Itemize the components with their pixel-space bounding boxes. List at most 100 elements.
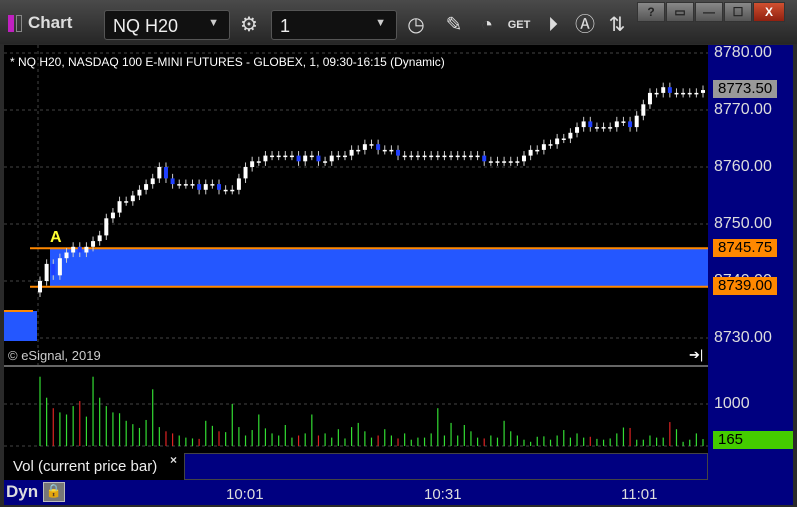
candle [110, 212, 115, 219]
time-axis[interactable] [4, 480, 793, 505]
candle [482, 155, 487, 162]
candle [104, 218, 109, 236]
candle [177, 184, 182, 186]
candle [694, 92, 699, 95]
candle [243, 167, 248, 179]
lock-icon[interactable]: 🔒 [43, 482, 65, 502]
candle [535, 149, 540, 152]
price-tick: 8750.00 [714, 215, 772, 232]
candle [661, 87, 666, 93]
candle [309, 155, 314, 158]
candle [415, 155, 420, 158]
candle [316, 155, 321, 162]
candle [681, 92, 686, 95]
candle [389, 149, 394, 152]
candle [256, 161, 261, 163]
candle [97, 235, 102, 242]
candle [568, 132, 573, 139]
candle [183, 184, 188, 186]
candle [236, 178, 241, 190]
candle [356, 149, 361, 152]
candle [71, 246, 76, 253]
candle [462, 155, 467, 158]
candle [44, 263, 49, 281]
candle [429, 155, 434, 158]
candle [654, 92, 659, 95]
candle [64, 252, 69, 259]
candle [396, 149, 401, 156]
candle [641, 104, 646, 116]
candle [521, 155, 526, 162]
candle [223, 189, 228, 192]
candle [163, 167, 168, 179]
candle [382, 149, 387, 152]
candle [528, 149, 533, 156]
candle [594, 127, 599, 129]
candle [701, 90, 705, 93]
candle [495, 161, 500, 163]
volume-info-bar [184, 453, 708, 480]
candle [555, 138, 560, 145]
candle [303, 155, 308, 162]
copyright: © eSignal, 2019 [8, 348, 101, 363]
volume-tick: 1000 [714, 395, 750, 412]
volume-current-tag: 165 [713, 431, 793, 449]
candle [296, 155, 301, 162]
candle [581, 121, 586, 128]
last-price-tag: 8773.50 [713, 80, 778, 98]
close-volume-icon[interactable]: × [170, 453, 177, 467]
marker-label: A [50, 229, 62, 246]
candle [336, 155, 341, 158]
candle [475, 155, 480, 158]
candle [667, 87, 672, 93]
candle [77, 246, 82, 253]
candle [117, 201, 122, 213]
candle [124, 201, 129, 203]
dyn-label[interactable]: Dyn [6, 482, 38, 502]
candle [349, 149, 354, 156]
candle [38, 281, 42, 293]
candle [144, 184, 149, 190]
candle [455, 155, 460, 158]
candle [210, 184, 215, 186]
candle [130, 195, 135, 202]
chart-plot[interactable] [0, 0, 797, 507]
price-tick: 8730.00 [714, 329, 772, 346]
candle [442, 155, 447, 158]
candle [647, 92, 652, 105]
candle [575, 127, 580, 133]
candle [402, 155, 407, 158]
candle [561, 138, 566, 140]
prior-zone [4, 311, 37, 341]
candle [502, 161, 507, 163]
candle [614, 121, 619, 128]
price-zone [50, 248, 708, 287]
candle [449, 155, 454, 158]
candle [435, 155, 440, 158]
candle [150, 178, 155, 185]
candle [488, 161, 493, 163]
candle [170, 178, 175, 185]
candle [250, 161, 255, 167]
volume-label: Vol (current price bar) [4, 453, 184, 480]
candle [91, 241, 96, 247]
candle [608, 127, 613, 129]
time-tick: 10:31 [424, 486, 462, 503]
candle [548, 144, 553, 146]
candle [283, 155, 288, 158]
candle [634, 115, 639, 128]
candle [323, 161, 328, 163]
candle [137, 189, 142, 196]
upper-level-tag: 8745.75 [713, 239, 778, 257]
scroll-to-end-icon[interactable]: ➔| [689, 347, 703, 363]
candle [508, 161, 513, 163]
candle [515, 161, 520, 163]
candle [468, 155, 473, 158]
candle [422, 155, 427, 158]
candle [541, 144, 546, 150]
price-tick: 8780.00 [714, 44, 772, 61]
candle [687, 92, 692, 95]
candle [157, 167, 162, 179]
candle [362, 144, 367, 150]
time-tick: 10:01 [226, 486, 264, 503]
